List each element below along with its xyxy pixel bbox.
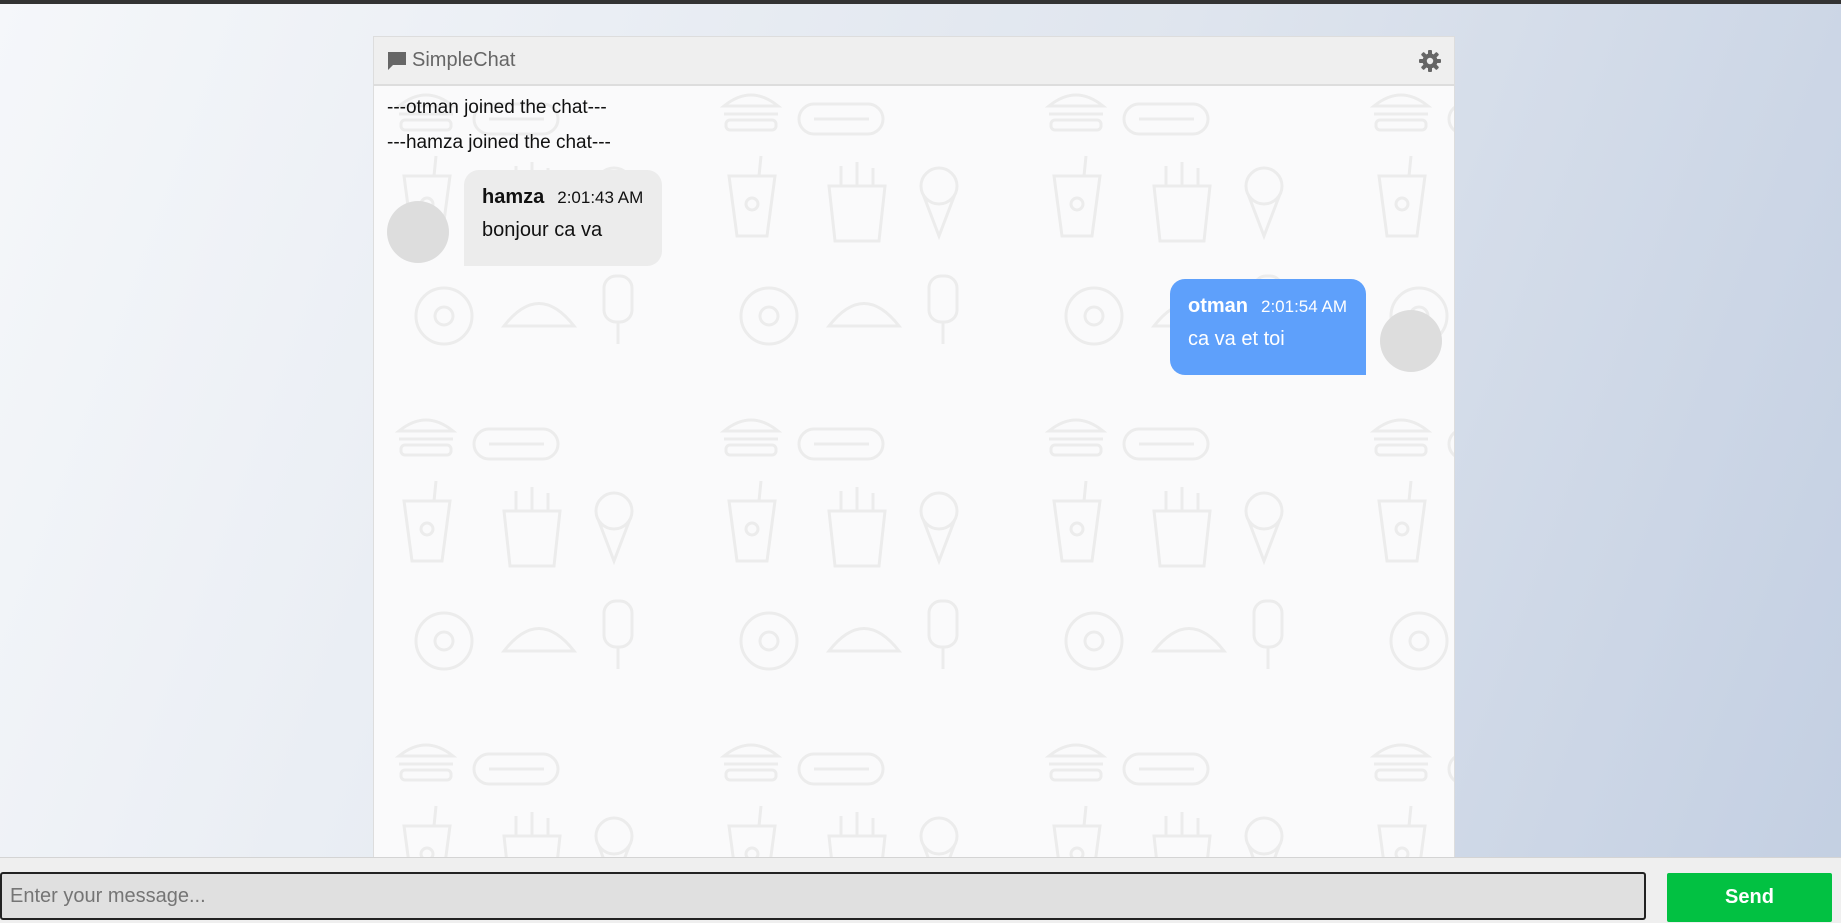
system-message: ---otman joined the chat--- bbox=[387, 97, 607, 118]
gear-icon[interactable] bbox=[1418, 49, 1442, 73]
system-message: ---hamza joined the chat--- bbox=[387, 132, 611, 153]
message-bubble: hamza 2:01:43 AM bonjour ca va bbox=[464, 170, 662, 266]
message-text: ca va et toi bbox=[1188, 328, 1285, 350]
brand: SimpleChat bbox=[386, 49, 515, 72]
message-timestamp: 2:01:43 AM bbox=[557, 188, 644, 207]
message-bubble: otman 2:01:54 AM ca va et toi bbox=[1170, 279, 1366, 375]
chat-header: SimpleChat bbox=[374, 37, 1454, 86]
chat-window: SimpleChat ---otman joined the chat--- -… bbox=[373, 36, 1455, 859]
send-button[interactable]: Send bbox=[1667, 873, 1832, 922]
avatar bbox=[387, 201, 449, 263]
message-text: bonjour ca va bbox=[482, 219, 603, 241]
message-username: otman bbox=[1188, 295, 1248, 317]
app-title: SimpleChat bbox=[412, 49, 516, 71]
composer-bar: Send bbox=[0, 857, 1841, 923]
message-timestamp: 2:01:54 AM bbox=[1261, 297, 1348, 316]
message-username: hamza bbox=[482, 186, 545, 208]
message-input[interactable] bbox=[0, 872, 1646, 920]
avatar bbox=[1380, 310, 1442, 372]
message-area[interactable]: ---otman joined the chat--- ---hamza joi… bbox=[374, 86, 1454, 859]
chat-bubble-icon bbox=[388, 51, 406, 70]
browser-top-bar bbox=[0, 0, 1841, 4]
